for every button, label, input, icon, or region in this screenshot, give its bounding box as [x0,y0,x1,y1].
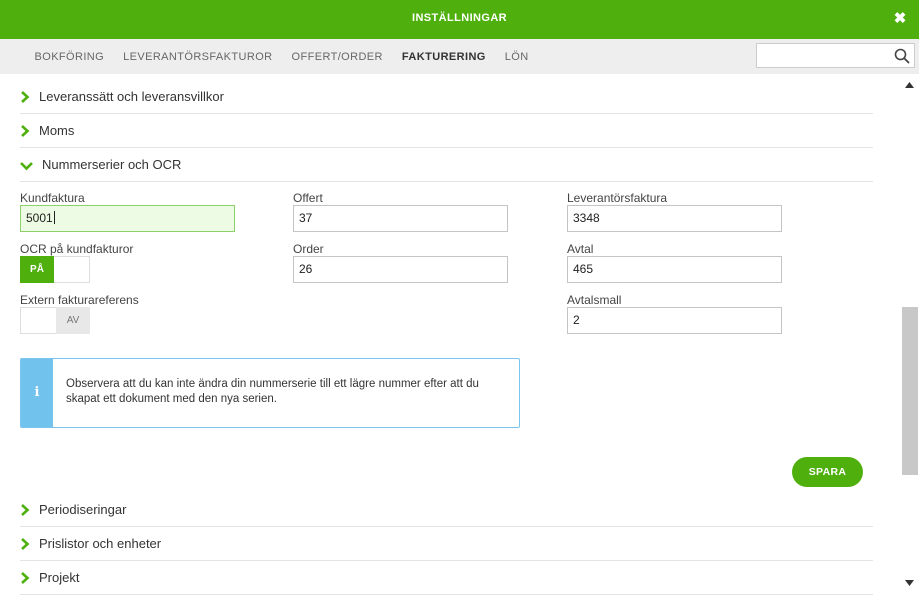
ocr-label: OCR på kundfakturor [20,242,134,256]
close-icon[interactable]: ✖ [893,11,907,27]
info-notice-stripe: i [21,359,53,427]
chevron-right-icon [21,91,30,103]
kundfaktura-label: Kundfaktura [20,191,85,205]
info-notice-text: Observera att du kan inte ändra din numm… [66,378,479,405]
content-scrollbar[interactable] [900,74,919,597]
dialog-title: INSTÄLLNINGAR [411,12,508,24]
chevron-right-icon [21,504,30,516]
section-label: Nummerserier och OCR [42,157,182,172]
leverantorsfaktura-label: Leverantörsfaktura [567,191,668,205]
section-projekt[interactable]: Projekt [20,562,873,595]
settings-content: Leveranssätt och leveransvillkor Moms Nu… [0,74,900,597]
tab-list: BOKFÖRING LEVERANTÖRSFAKTUROR OFFERT/ORD… [25,39,538,74]
tab-leverantorsfakturor[interactable]: LEVERANTÖRSFAKTUROR [114,39,282,74]
scroll-down-arrow-icon[interactable] [905,580,914,586]
kundfaktura-input[interactable]: 5001 [20,205,235,232]
tab-fakturering[interactable]: FAKTURERING [392,39,495,74]
section-label: Leveranssätt och leveransvillkor [39,89,224,104]
section-label: Projekt [39,570,80,585]
info-notice: i Observera att du kan inte ändra din nu… [20,358,520,428]
toggle-off-state: AV [56,307,90,334]
search-box [756,43,915,68]
section-prislistor[interactable]: Prislistor och enheter [20,528,873,561]
extern-fakturareferens-label: Extern fakturareferens [20,293,139,307]
offert-input[interactable]: 37 [293,205,508,232]
leverantorsfaktura-input[interactable]: 3348 [567,205,782,232]
tab-bokforing[interactable]: BOKFÖRING [25,39,114,74]
order-input[interactable]: 26 [293,256,508,283]
order-label: Order [293,242,324,256]
toggle-on-state: PÅ [20,256,54,283]
chevron-right-icon [21,572,30,584]
dialog-header: INSTÄLLNINGAR ✖ [0,0,919,39]
tab-offert-order[interactable]: OFFERT/ORDER [282,39,392,74]
scroll-up-arrow-icon[interactable] [905,82,914,88]
avtalsmall-label: Avtalsmall [567,293,622,307]
section-label: Prislistor och enheter [39,536,162,551]
section-periodiseringar[interactable]: Periodiseringar [20,494,873,527]
search-icon[interactable] [894,48,910,64]
settings-tabbar: BOKFÖRING LEVERANTÖRSFAKTUROR OFFERT/ORD… [0,39,919,74]
section-nummerserier[interactable]: Nummerserier och OCR [20,149,873,182]
text-caret [53,211,55,224]
section-label: Moms [39,123,75,138]
info-icon: i [34,385,40,400]
extern-fakturareferens-toggle[interactable]: AV [20,307,90,334]
chevron-down-icon [20,162,33,171]
chevron-right-icon [21,125,30,137]
chevron-right-icon [21,538,30,550]
save-button[interactable]: SPARA [792,457,863,487]
tab-lon[interactable]: LÖN [495,39,538,74]
search-input[interactable] [757,44,899,67]
avtalsmall-input[interactable]: 2 [567,307,782,334]
scrollbar-thumb[interactable] [902,307,918,475]
offert-label: Offert [293,191,323,205]
ocr-toggle[interactable]: PÅ [20,256,90,283]
section-moms[interactable]: Moms [20,115,873,148]
avtal-input[interactable]: 465 [567,256,782,283]
section-label: Periodiseringar [39,502,127,517]
avtal-label: Avtal [567,242,594,256]
section-leveranssatt[interactable]: Leveranssätt och leveransvillkor [20,81,873,114]
